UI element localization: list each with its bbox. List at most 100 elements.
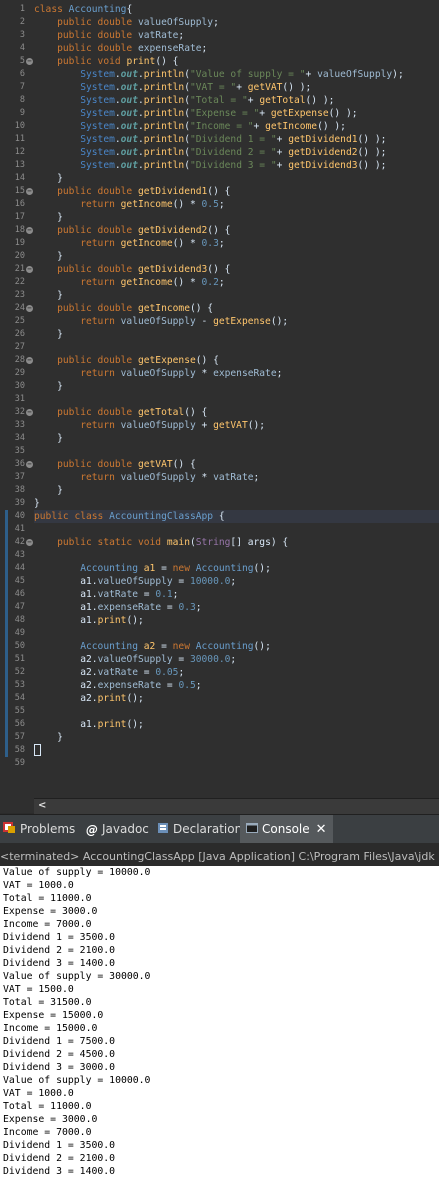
fold-collapse-icon[interactable]: −	[26, 188, 33, 195]
code-line[interactable]: }	[34, 172, 439, 185]
tab-declaration[interactable]: Declaration	[157, 815, 242, 843]
code-line[interactable]: a1.print();	[34, 614, 439, 627]
code-line[interactable]: }	[34, 380, 439, 393]
code-line[interactable]: a1.vatRate = 0.1;	[34, 588, 439, 601]
code-line[interactable]: }	[34, 328, 439, 341]
code-line[interactable]: a2.expenseRate = 0.5;	[34, 679, 439, 692]
code-line[interactable]: return valueOfSupply * vatRate;	[34, 471, 439, 484]
code-line[interactable]: return getIncome() * 0.2;	[34, 276, 439, 289]
console-output-line: Dividend 3 = 3000.0	[3, 1062, 116, 1073]
console-output-line: Total = 11000.0	[3, 1101, 92, 1112]
code-line[interactable]: }	[34, 432, 439, 445]
line-number-text: 2	[19, 17, 25, 27]
line-number-text: 30	[14, 381, 25, 391]
line-number: 23	[0, 289, 34, 302]
code-line[interactable]: }	[34, 211, 439, 224]
code-line[interactable]: public class AccountingClassApp {	[34, 510, 439, 523]
fold-collapse-icon[interactable]: −	[26, 266, 33, 273]
line-number-text: 47	[14, 602, 25, 612]
code-line[interactable]: public double getDividend3() {	[34, 263, 439, 276]
tab-problems[interactable]: Problems	[2, 815, 75, 843]
code-line[interactable]: public double getTotal() {	[34, 406, 439, 419]
code-line[interactable]: }	[34, 731, 439, 744]
code-line[interactable]: public static void main(String[] args) {	[34, 536, 439, 549]
code-line[interactable]: public double expenseRate;	[34, 42, 439, 55]
console-output[interactable]: Value of supply = 10000.0 VAT = 1000.0 Tot…	[0, 866, 439, 1185]
code-line[interactable]: public double valueOfSupply;	[34, 16, 439, 29]
code-line[interactable]	[34, 523, 439, 536]
tab-console[interactable]: Console ✕	[240, 815, 333, 843]
code-line[interactable]: public double getIncome() {	[34, 302, 439, 315]
code-editor[interactable]: 1 2 3 4 5−6 7 8 9 10 11 12 13 14 15−16 17 18−19 20 21−22 2…	[0, 0, 439, 798]
fold-collapse-icon[interactable]: −	[26, 409, 33, 416]
code-line[interactable]: }	[34, 289, 439, 302]
line-number: 55	[0, 705, 34, 718]
code-line[interactable]: System.out.println("Income = "+ getIncom…	[34, 120, 439, 133]
code-line[interactable]: a2.vatRate = 0.05;	[34, 666, 439, 679]
code-line[interactable]: System.out.println("Dividend 3 = "+ getD…	[34, 159, 439, 172]
code-line[interactable]: a1.print();	[34, 718, 439, 731]
code-line[interactable]: public double getDividend1() {	[34, 185, 439, 198]
code-line[interactable]: return valueOfSupply * expenseRate;	[34, 367, 439, 380]
change-marker	[5, 705, 8, 718]
fold-collapse-icon[interactable]: −	[26, 305, 33, 312]
code-line[interactable]: public double getExpense() {	[34, 354, 439, 367]
change-marker	[5, 523, 8, 536]
fold-collapse-icon[interactable]: −	[26, 58, 33, 65]
code-line[interactable]: Accounting a1 = new Accounting();	[34, 562, 439, 575]
code-line[interactable]: a2.print();	[34, 692, 439, 705]
change-marker	[5, 601, 8, 614]
change-marker	[5, 666, 8, 679]
line-number: 17	[0, 211, 34, 224]
line-number-text: 19	[14, 238, 25, 248]
line-number: 16	[0, 198, 34, 211]
line-number: 53	[0, 679, 34, 692]
code-line[interactable]: }	[34, 250, 439, 263]
code-line[interactable]	[34, 705, 439, 718]
code-line[interactable]: a1.expenseRate = 0.3;	[34, 601, 439, 614]
horizontal-scrollbar[interactable]: <	[34, 798, 439, 814]
code-line[interactable]: public double getVAT() {	[34, 458, 439, 471]
close-icon[interactable]: ✕	[316, 822, 327, 837]
code-line[interactable]: a1.valueOfSupply = 10000.0;	[34, 575, 439, 588]
code-line[interactable]	[34, 445, 439, 458]
code-line[interactable]: System.out.println("Expense = "+ getExpe…	[34, 107, 439, 120]
fold-collapse-icon[interactable]: −	[26, 227, 33, 234]
code-line[interactable]: System.out.println("VAT = "+ getVAT() );	[34, 81, 439, 94]
code-line[interactable]: }	[34, 484, 439, 497]
tab-javadoc[interactable]: @ Javadoc	[86, 815, 149, 843]
line-number-text: 8	[19, 95, 25, 105]
code-line[interactable]: public double vatRate;	[34, 29, 439, 42]
code-line[interactable]: System.out.println("Dividend 1 = "+ getD…	[34, 133, 439, 146]
code-line[interactable]: System.out.println("Total = "+ getTotal(…	[34, 94, 439, 107]
code-line[interactable]: return getIncome() * 0.3;	[34, 237, 439, 250]
code-line[interactable]: return valueOfSupply + getVAT();	[34, 419, 439, 432]
code-line[interactable]	[34, 757, 439, 770]
code-line[interactable]: return valueOfSupply - getExpense();	[34, 315, 439, 328]
code-line[interactable]	[34, 341, 439, 354]
code-line[interactable]: class Accounting{	[34, 3, 439, 16]
fold-collapse-icon[interactable]: −	[26, 461, 33, 468]
code-line[interactable]	[34, 627, 439, 640]
code-line[interactable]: public void print() {	[34, 55, 439, 68]
fold-collapse-icon[interactable]: −	[26, 357, 33, 364]
code-area[interactable]: class Accounting{ public double valueOfS…	[34, 0, 439, 798]
line-number: 12	[0, 146, 34, 159]
code-line[interactable]: Accounting a2 = new Accounting();	[34, 640, 439, 653]
code-line[interactable]: System.out.println("Dividend 2 = "+ getD…	[34, 146, 439, 159]
code-line[interactable]	[34, 549, 439, 562]
code-line[interactable]	[34, 393, 439, 406]
line-number-text: 22	[14, 277, 25, 287]
fold-collapse-icon[interactable]: −	[26, 539, 33, 546]
code-line[interactable]: a2.valueOfSupply = 30000.0;	[34, 653, 439, 666]
code-line[interactable]: public double getDividend2() {	[34, 224, 439, 237]
code-line[interactable]: return getIncome() * 0.5;	[34, 198, 439, 211]
scroll-left-icon[interactable]: <	[38, 800, 46, 811]
code-line[interactable]: System.out.println("Value of supply = "+…	[34, 68, 439, 81]
code-line[interactable]	[34, 744, 439, 757]
code-line[interactable]: }	[34, 497, 439, 510]
console-output-line: Dividend 1 = 3500.0	[3, 932, 116, 943]
console-output-line: Expense = 15000.0	[3, 1010, 104, 1021]
line-number-text: 51	[14, 654, 25, 664]
line-number: 37	[0, 471, 34, 484]
